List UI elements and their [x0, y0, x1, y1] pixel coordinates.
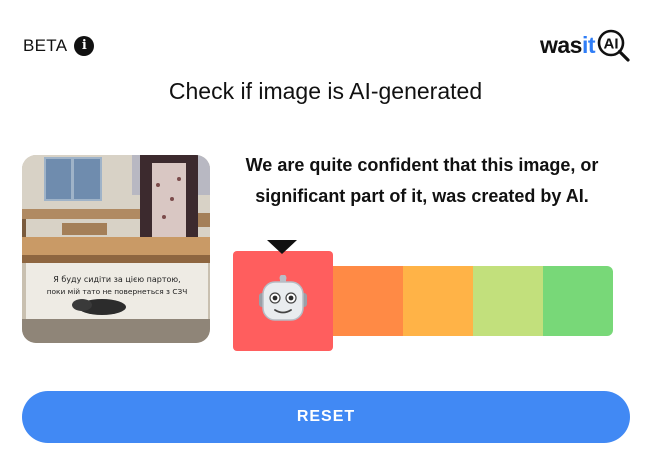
reset-button[interactable]: RESET	[22, 391, 630, 443]
scale-level-2	[333, 266, 403, 336]
scale-level-5	[543, 266, 613, 336]
verdict-text: We are quite confident that this image, …	[245, 155, 599, 206]
scale-level-3	[403, 266, 473, 336]
image-overlay-line-1: Я буду сидіти за цією партою,	[53, 275, 180, 284]
logo-ai-text: AI	[604, 36, 619, 53]
magnifier-ai-icon: AI	[596, 28, 630, 62]
scale-level-4	[473, 266, 543, 336]
scale-pointer-icon	[267, 240, 297, 254]
logo-was-text: was	[539, 31, 582, 58]
image-overlay-line-2: поки мій тато не повернеться з СЗЧ	[47, 287, 188, 296]
info-icon[interactable]: i	[74, 36, 95, 56]
uploaded-image: Я буду сидіти за цією партою, поки мій т…	[22, 155, 210, 343]
beta-label-group: BETA i	[23, 36, 95, 56]
confidence-scale	[233, 240, 613, 351]
page-title: Check if image is AI-generated	[168, 78, 483, 104]
wasitai-logo[interactable]: was it AI	[540, 27, 630, 63]
logo-it-text: it	[581, 31, 596, 58]
robot-icon	[259, 274, 307, 330]
scale-level-1-active	[233, 240, 333, 351]
beta-label: BETA	[23, 36, 68, 55]
header: BETA i was it AI	[0, 0, 647, 80]
